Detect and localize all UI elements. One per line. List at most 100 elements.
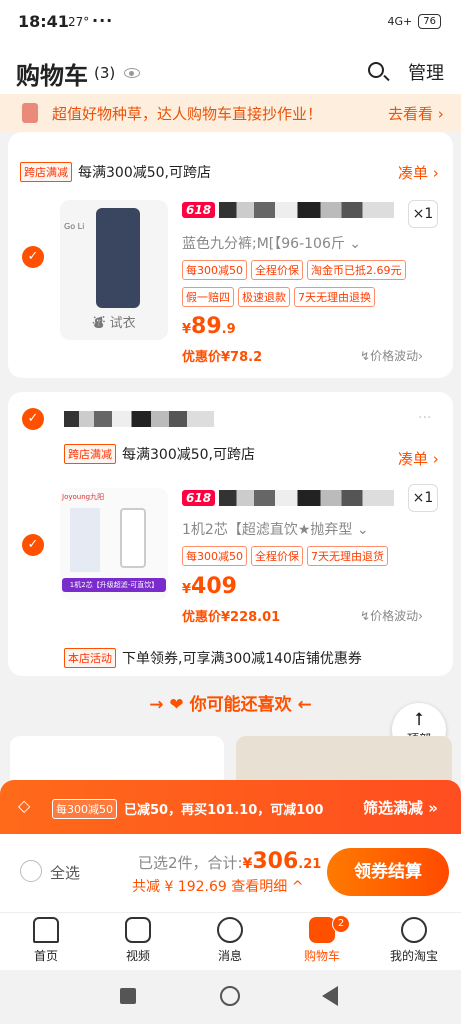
message-icon [217, 917, 243, 943]
item2-chips: 每300减50 全程价保 7天无理由退货 [182, 545, 442, 566]
tryon-button[interactable]: ⛇ 试衣 [60, 312, 168, 332]
tab-label: 购物车 [303, 949, 340, 963]
tab-label: 我的淘宝 [389, 949, 438, 963]
tab-label: 消息 [217, 949, 242, 963]
select-all-label[interactable]: 全选 [50, 862, 80, 883]
recent-apps-icon[interactable] [120, 988, 136, 1004]
item2-after-price: 优惠价¥228.01 [182, 610, 281, 625]
tag-icon: ◇ [18, 796, 31, 815]
view-detail-link[interactable]: 查看明细 [231, 879, 287, 895]
banner-text: 超值好物种草，达人购物车直接抄作业！ [52, 105, 323, 123]
item2-price-wave[interactable]: ↯价格波动› [360, 607, 423, 624]
item1-title-row[interactable]: 618 [182, 202, 395, 218]
item2-image[interactable]: Joyoung九阳 1机2芯【升级超滤-可直饮】 [60, 488, 168, 600]
tab-home[interactable]: 首页 [6, 917, 86, 964]
item2-price: ¥409 [182, 574, 237, 599]
saved-amount: 共减 ¥ 192.69 [132, 879, 227, 895]
discount-text: 已减50，再买101.10，可减100 [124, 803, 324, 818]
tab-label: 视频 [125, 949, 150, 963]
arrow-up-icon: ⭡ [414, 709, 424, 730]
shop1-promo-text: 每满300减50,可跨店 [78, 165, 211, 181]
tab-video[interactable]: 视频 [98, 917, 178, 964]
item2-title-row[interactable]: 618 [182, 490, 395, 506]
checkout-button[interactable]: 领券结算 [327, 848, 449, 896]
discount-bar[interactable]: ◇ 每300减50 已减50，再买101.10，可减100 筛选满减 » [0, 780, 461, 834]
coudan-link[interactable]: 凑单 › [398, 162, 439, 183]
banner-icon [22, 103, 38, 123]
promo-banner[interactable]: 超值好物种草，达人购物车直接抄作业！ 去看看 › [0, 94, 461, 132]
select-all-radio[interactable] [20, 860, 42, 882]
store-activity-tag: 本店活动 [64, 648, 116, 668]
more-icon[interactable]: ··· [418, 410, 431, 426]
filter-discount-link[interactable]: 筛选满减 » [363, 797, 438, 818]
shop2-activity-row[interactable]: 本店活动 下单领券,可享满300减140店铺优惠券 [64, 648, 362, 668]
status-bar: 18:41 27° ··· 4G+ 76 [0, 0, 461, 46]
battery-icon: 76 [418, 14, 441, 29]
purifier-graphic [120, 508, 146, 568]
item2-title-redacted [219, 490, 395, 506]
shop2-name-redacted[interactable] [64, 411, 214, 427]
item1-checkbox[interactable]: ✓ [22, 246, 44, 268]
item1-brand: Go Li [64, 222, 85, 231]
discount-tag: 每300减50 [52, 799, 117, 819]
selected-count: 已选2件，合计: [138, 854, 243, 872]
cross-store-tag: 跨店满减 [64, 444, 116, 464]
shop2-promo-text: 每满300减50,可跨店 [122, 447, 255, 463]
eye-icon[interactable] [124, 68, 140, 78]
page-header: 购物车 (3) [0, 46, 461, 94]
banner-go-link[interactable]: 去看看 › [388, 103, 444, 124]
chip: 淘金币已抵2.69元 [307, 260, 406, 280]
jeans-graphic [96, 208, 140, 308]
shop2-promo-row: 跨店满减 每满300减50,可跨店 [64, 444, 255, 464]
cart-count: (3) [94, 64, 116, 82]
cart-badge: 2 [332, 915, 350, 933]
item1-image[interactable]: Go Li ⛇ 试衣 [60, 200, 168, 340]
item2-checkbox[interactable]: ✓ [22, 534, 44, 556]
item1-chips-2: 假一赔四 极速退款 7天无理由退换 [182, 286, 442, 307]
item1-spec[interactable]: 蓝色九分裤;M[【96-106斤 ⌄ [182, 233, 361, 253]
home-icon [33, 917, 59, 943]
system-nav-bar [0, 970, 461, 1024]
shop1-promo-row: 跨店满减 每满300减50,可跨店 [20, 162, 211, 182]
status-temp: 27° [68, 15, 90, 29]
chip: 每300减50 [182, 546, 247, 566]
status-time: 18:41 [18, 12, 69, 31]
cross-store-tag: 跨店满减 [20, 162, 72, 182]
item1-price-wave[interactable]: ↯价格波动› [360, 347, 423, 364]
item2-618-badge: 618 [182, 490, 216, 506]
chip: 全程价保 [251, 260, 303, 280]
cart-icon [309, 917, 335, 943]
search-icon[interactable] [368, 62, 384, 78]
store-activity-text: 下单领券,可享满300减140店铺优惠券 [122, 651, 362, 667]
item2-qty[interactable]: ×1 [408, 484, 438, 512]
chip: 极速退款 [238, 287, 290, 307]
tab-cart[interactable]: 购物车 2 [282, 915, 362, 964]
status-more-dots: ··· [92, 11, 114, 30]
shop-card-1: 跨店满减 每满300减50,可跨店 凑单 › ✓ Go Li ⛇ 试衣 618 … [8, 132, 453, 378]
filter-graphic [70, 508, 100, 572]
item1-chips: 每300减50 全程价保 淘金币已抵2.69元 [182, 259, 442, 280]
shop2-checkbox[interactable]: ✓ [22, 408, 44, 430]
item1-qty[interactable]: ×1 [408, 200, 438, 228]
item1-after-price: 优惠价¥78.2 [182, 350, 263, 365]
coudan-link[interactable]: 凑单 › [398, 448, 439, 469]
tab-label: 首页 [33, 949, 58, 963]
chip: 全程价保 [251, 546, 303, 566]
tab-messages[interactable]: 消息 [190, 917, 270, 964]
signal-icon: 4G+ [387, 15, 413, 28]
shop-card-2: ✓ ··· 跨店满减 每满300减50,可跨店 凑单 › ✓ Joyoung九阳… [8, 392, 453, 676]
chip: 7天无理由退货 [307, 546, 388, 566]
saved-row[interactable]: 共减 ¥ 192.69 查看明细 ^ [132, 876, 303, 896]
home-button-icon[interactable] [220, 986, 240, 1006]
item2-label: 1机2芯【升级超滤-可直饮】 [62, 578, 166, 592]
tab-my-taobao[interactable]: 我的淘宝 [374, 917, 454, 964]
chip: 假一赔四 [182, 287, 234, 307]
bottom-tab-bar: 首页 视频 消息 购物车 2 我的淘宝 [0, 912, 461, 970]
item2-spec[interactable]: 1机2芯【超滤直饮★抛弃型 ⌄ [182, 519, 369, 539]
chip: 7天无理由退换 [294, 287, 375, 307]
back-icon[interactable] [322, 986, 338, 1006]
total-price: 306 [252, 849, 299, 874]
video-icon [125, 917, 151, 943]
manage-button[interactable]: 管理 [408, 59, 444, 85]
chip: 每300减50 [182, 260, 247, 280]
